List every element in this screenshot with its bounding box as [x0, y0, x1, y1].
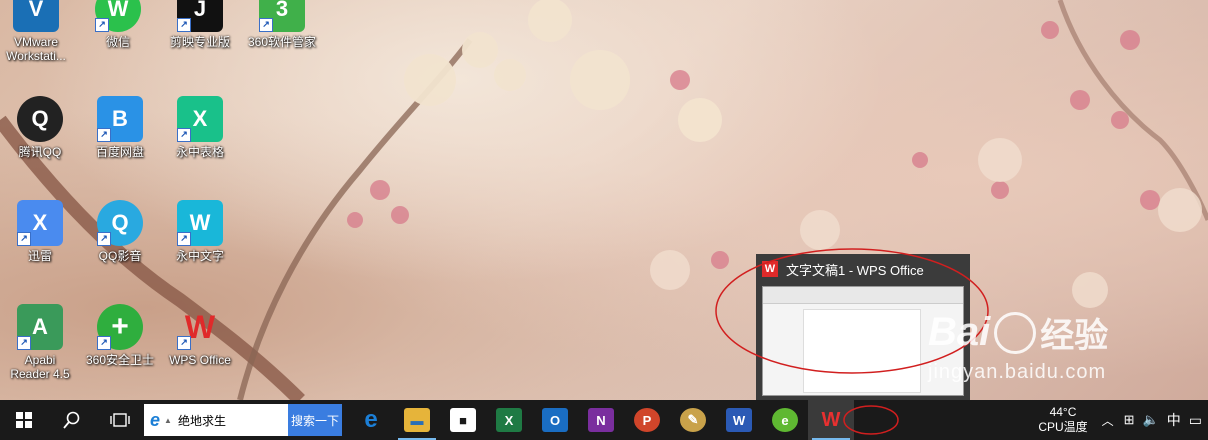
vmware-icon: V	[13, 0, 59, 32]
search-input[interactable]: 绝地求生	[178, 412, 226, 429]
shortcut-arrow-icon: ↗	[97, 232, 111, 246]
taskbar-app-word[interactable]: W	[716, 400, 762, 440]
taskbar-app-onenote[interactable]: N	[578, 400, 624, 440]
desktop-icon-label: 永中文字	[175, 249, 224, 263]
folder-icon: ▬	[404, 408, 430, 432]
search-submit-button[interactable]: 搜索一下	[288, 404, 342, 436]
cpu-temperature-widget[interactable]: 44°C CPU温度	[1038, 405, 1087, 435]
excel-icon: X	[496, 408, 522, 432]
desktop-icon-360-software[interactable]: 3 ↗ 360软件管家	[246, 0, 318, 49]
desktop-icon-label: WPS Office	[169, 353, 231, 367]
shortcut-arrow-icon: ↗	[17, 336, 31, 350]
volume-icon[interactable]: 🔈	[1143, 412, 1159, 428]
baidu-jingyan-text: 经验	[1040, 317, 1109, 355]
desktop-icon-xunlei[interactable]: X ↗ 迅雷	[4, 200, 76, 263]
desktop-icon-360-safe[interactable]: + ↗ 360安全卫士	[84, 304, 156, 367]
desktop-icon-jianying[interactable]: J ↗ 剪映专业版	[164, 0, 236, 49]
pinned-apps: e ▬ ■ X O N P ✎ W e W	[348, 400, 854, 440]
desktop-icon-yozo-sheet[interactable]: X ↗ 永中表格	[164, 96, 236, 159]
baidu-netdisk-icon: B ↗	[97, 96, 143, 142]
shortcut-arrow-icon: ↗	[97, 336, 111, 350]
wechat-icon: W ↗	[95, 0, 141, 32]
desktop-icon-apabi[interactable]: A ↗ Apabi Reader 4.5	[4, 304, 76, 381]
powerpoint-icon: P	[634, 408, 660, 432]
desktop-icon-label: 360软件管家	[247, 35, 317, 49]
store-bag-icon: ■	[450, 408, 476, 432]
qq-penguin-icon: Q	[17, 96, 63, 142]
desktop-icon-label: 微信	[105, 35, 130, 49]
red-annotation-ellipse-taskbar	[843, 405, 899, 435]
desktop-icon-label: 百度网盘	[95, 145, 144, 159]
baidu-watermark: Bai 经验 jingyan.baidu.com	[928, 308, 1108, 384]
edge-icon: e	[364, 406, 378, 433]
start-button[interactable]	[0, 400, 48, 440]
browser-search-box[interactable]: e ▲ 绝地求生	[144, 404, 288, 436]
desktop-icon-qq-player[interactable]: Q ↗ QQ影音	[84, 200, 156, 263]
watermark-url: jingyan.baidu.com	[928, 361, 1107, 383]
desktop-icon-qq[interactable]: Q 腾讯QQ	[4, 96, 76, 159]
notification-icon[interactable]: ▭	[1189, 412, 1202, 429]
taskbar-app-paint[interactable]: ✎	[670, 400, 716, 440]
desktop-icon-label: 360安全卫士	[85, 353, 155, 367]
shortcut-arrow-icon: ↗	[177, 18, 191, 32]
cpu-temp-value: 44°C	[1049, 405, 1077, 419]
search-button[interactable]	[48, 400, 96, 440]
xunlei-bird-icon: X ↗	[17, 200, 63, 246]
search-icon	[63, 411, 80, 429]
taskbar-app-outlook[interactable]: O	[532, 400, 578, 440]
windows-logo-icon	[16, 412, 32, 428]
taskbar-app-store[interactable]: ■	[440, 400, 486, 440]
shortcut-arrow-icon: ↗	[97, 128, 111, 142]
shortcut-arrow-icon: ↗	[177, 128, 191, 142]
shortcut-arrow-icon: ↗	[177, 336, 191, 350]
desktop-icon-label: 永中表格	[175, 145, 224, 159]
cpu-temp-label: CPU温度	[1038, 420, 1088, 434]
shortcut-arrow-icon: ↗	[95, 18, 109, 32]
jianying-icon: J ↗	[177, 0, 223, 32]
task-view-icon	[110, 413, 130, 427]
qq-player-icon: Q ↗	[97, 200, 143, 246]
search-dropdown-icon: ▲	[164, 415, 172, 425]
desktop-icon-wps[interactable]: W ↗ WPS Office	[164, 304, 236, 368]
paint-palette-icon: ✎	[680, 408, 706, 432]
taskbar: e ▲ 绝地求生 搜索一下 e ▬ ■ X O N P ✎ W e W 44°C…	[0, 400, 1208, 440]
tray-expand-icon[interactable]: ︿	[1102, 412, 1114, 429]
outlook-icon: O	[542, 408, 568, 432]
desktop-icon-label: Apabi Reader 4.5	[10, 353, 70, 381]
ime-indicator[interactable]: 中	[1167, 410, 1181, 430]
desktop-icon-label: 腾讯QQ	[18, 145, 62, 159]
yozo-sheet-icon: X ↗	[177, 96, 223, 142]
network-icon[interactable]: ⊞	[1124, 412, 1135, 428]
taskbar-app-360-browser[interactable]: e	[762, 400, 808, 440]
taskbar-app-edge[interactable]: e	[348, 400, 394, 440]
desktop-icon-wechat[interactable]: W ↗ 微信	[82, 0, 154, 49]
wps-office-icon: W ↗	[177, 304, 223, 350]
360-browser-icon: e	[772, 408, 798, 432]
desktop-icon-baidu-netdisk[interactable]: B ↗ 百度网盘	[84, 96, 156, 159]
ie-icon: e	[150, 409, 161, 430]
taskbar-app-powerpoint[interactable]: P	[624, 400, 670, 440]
baidu-paw-icon	[994, 311, 1037, 354]
taskbar-app-file-explorer[interactable]: ▬	[394, 400, 440, 440]
shortcut-arrow-icon: ↗	[177, 232, 191, 246]
taskbar-app-excel[interactable]: X	[486, 400, 532, 440]
desktop-icon-label: 剪映专业版	[169, 35, 230, 49]
360-safe-icon: + ↗	[97, 304, 143, 350]
word-icon: W	[726, 408, 752, 432]
task-view-button[interactable]	[96, 400, 144, 440]
desktop-icon-vmware[interactable]: V VMware Workstati...	[0, 0, 72, 63]
apabi-reader-icon: A ↗	[17, 304, 63, 350]
desktop-icon-label: VMware Workstati...	[6, 35, 66, 63]
wps-office-icon: W	[821, 408, 841, 431]
onenote-icon: N	[588, 408, 614, 432]
desktop-icon-label: 迅雷	[27, 249, 52, 263]
system-tray: 44°C CPU温度 ︿ ⊞ 🔈 中 ▭	[1038, 400, 1208, 440]
shortcut-arrow-icon: ↗	[17, 232, 31, 246]
baidu-brand-text: Bai	[928, 310, 991, 354]
360-software-manager-icon: 3 ↗	[259, 0, 305, 32]
yozo-writer-icon: W ↗	[177, 200, 223, 246]
desktop-icon-yozo-writer[interactable]: W ↗ 永中文字	[164, 200, 236, 263]
desktop-icon-label: QQ影音	[98, 249, 142, 263]
shortcut-arrow-icon: ↗	[259, 18, 273, 32]
